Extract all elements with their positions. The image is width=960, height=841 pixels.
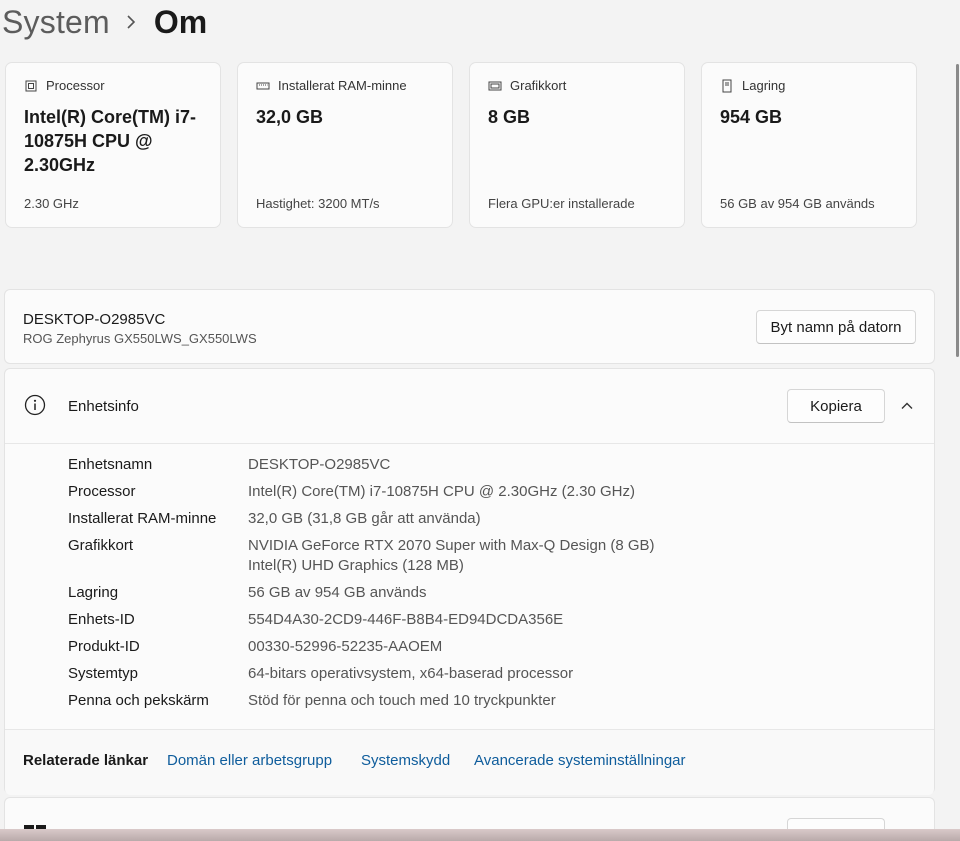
info-value: 56 GB av 954 GB används [248, 584, 427, 601]
device-name: DESKTOP-O2985VC [23, 311, 166, 328]
device-model: ROG Zephyrus GX550LWS_GX550LWS [23, 331, 257, 346]
spec-heading: Lagring [742, 78, 786, 93]
spec-subtext: Hastighet: 3200 MT/s [256, 196, 380, 211]
spec-value: 8 GB [488, 107, 531, 127]
chevron-up-icon[interactable] [899, 398, 915, 414]
gpu-icon [488, 79, 502, 93]
info-row: Produkt-ID 00330-52996-52235-AAOEM [68, 637, 655, 657]
spec-heading: Processor [46, 78, 105, 93]
link-advanced-system-settings[interactable]: Avancerade systeminställningar [474, 752, 686, 769]
info-row: Installerat RAM-minne 32,0 GB (31,8 GB g… [68, 509, 655, 529]
info-key: Systemtyp [68, 665, 139, 682]
processor-icon [24, 79, 38, 93]
info-row: Systemtyp 64-bitars operativsystem, x64-… [68, 664, 655, 684]
info-row: Grafikkort NVIDIA GeForce RTX 2070 Super… [68, 536, 655, 576]
settings-about-page: System Om Processor Intel(R) Core(TM) i7… [0, 0, 960, 841]
info-row: Processor Intel(R) Core(TM) i7-10875H CP… [68, 482, 655, 502]
breadcrumb-system[interactable]: System [2, 4, 110, 41]
device-info-title: Enhetsinfo [68, 398, 139, 415]
related-links-label: Relaterade länkar [23, 752, 149, 769]
spec-subtext: 56 GB av 954 GB används [720, 196, 875, 211]
spec-heading: Installerat RAM-minne [278, 78, 407, 93]
device-name-card: DESKTOP-O2985VC ROG Zephyrus GX550LWS_GX… [4, 289, 935, 364]
related-links: Relaterade länkar Domän eller arbetsgrup… [5, 729, 934, 795]
spec-card-gpu: Grafikkort 8 GB Flera GPU:er installerad… [469, 62, 685, 228]
info-key: Penna och pekskärm [68, 692, 209, 709]
info-row: Enhets-ID 554D4A30-2CD9-446F-B8B4-ED94DC… [68, 610, 655, 630]
info-row: Lagring 56 GB av 954 GB används [68, 583, 655, 603]
copy-button[interactable]: Kopiera [787, 389, 885, 423]
page-title: Om [153, 3, 208, 40]
scrollbar-thumb[interactable] [956, 64, 959, 357]
breadcrumb: System Om [2, 0, 207, 44]
spec-card-ram: Installerat RAM-minne 32,0 GB Hastighet:… [237, 62, 453, 228]
link-domain-workgroup[interactable]: Domän eller arbetsgrupp [167, 752, 332, 769]
info-value: 00330-52996-52235-AAOEM [248, 638, 443, 655]
memory-icon [256, 79, 270, 93]
link-system-protection[interactable]: Systemskydd [361, 752, 450, 769]
spec-subtext: Flera GPU:er installerade [488, 196, 635, 211]
device-info-header[interactable]: Enhetsinfo Kopiera [5, 369, 934, 444]
info-value: Intel(R) Core(TM) i7-10875H CPU @ 2.30GH… [248, 483, 635, 500]
info-value: Stöd för penna och touch med 10 tryckpun… [248, 692, 556, 709]
spec-card-processor: Processor Intel(R) Core(TM) i7-10875H CP… [5, 62, 221, 228]
spec-heading: Grafikkort [510, 78, 567, 93]
spec-subtext: 2.30 GHz [24, 196, 79, 211]
info-row: Penna och pekskärm Stöd för penna och to… [68, 691, 655, 711]
info-value: 32,0 GB (31,8 GB går att använda) [248, 510, 481, 527]
info-row: Enhetsnamn DESKTOP-O2985VC [68, 455, 655, 475]
rename-pc-button[interactable]: Byt namn på datorn [756, 310, 916, 344]
device-info-panel: Enhetsinfo Kopiera Enhetsnamn DESKTOP-O2… [4, 368, 935, 795]
info-icon [24, 394, 46, 416]
spec-value: Intel(R) Core(TM) i7-10875H CPU @ 2.30GH… [24, 107, 196, 175]
info-key: Installerat RAM-minne [68, 510, 217, 527]
spec-card-storage: Lagring 954 GB 56 GB av 954 GB används [701, 62, 917, 228]
info-value: 64-bitars operativsystem, x64-baserad pr… [248, 665, 574, 682]
storage-icon [720, 79, 734, 93]
info-key: Processor [68, 483, 136, 500]
info-key: Grafikkort [68, 537, 134, 554]
info-key: Enhets-ID [68, 611, 135, 628]
device-info-rows: Enhetsnamn DESKTOP-O2985VC Processor Int… [68, 455, 655, 718]
spec-value: 32,0 GB [256, 107, 324, 127]
info-value-line: NVIDIA GeForce RTX 2070 Super with Max-Q… [248, 537, 655, 554]
info-key: Lagring [68, 584, 119, 601]
info-value: NVIDIA GeForce RTX 2070 Super with Max-Q… [248, 536, 655, 576]
info-key: Produkt-ID [68, 638, 140, 655]
info-value: DESKTOP-O2985VC [248, 456, 391, 473]
info-value: 554D4A30-2CD9-446F-B8B4-ED94DCDA356E [248, 611, 564, 628]
bottom-edge-strip [0, 829, 960, 841]
spec-value: 954 GB [720, 107, 783, 127]
chevron-right-icon [126, 15, 136, 29]
info-value-line: Intel(R) UHD Graphics (128 MB) [248, 557, 464, 574]
info-key: Enhetsnamn [68, 456, 153, 473]
